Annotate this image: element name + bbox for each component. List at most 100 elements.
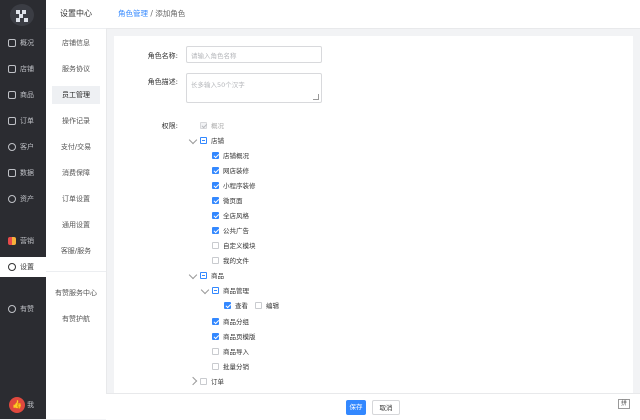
tree-node[interactable]: 概况 [200, 119, 224, 131]
sidebar-item-overview[interactable]: 概况 [0, 33, 46, 53]
permission-checkbox[interactable] [212, 256, 219, 264]
tree-node-label: 自定义模块 [223, 242, 256, 250]
tree-node[interactable]: 商品管理 [212, 284, 249, 296]
tree-node[interactable]: 批量分销 [212, 360, 249, 372]
chevron-down-icon[interactable] [200, 285, 210, 295]
permissions-label: 权限: [161, 122, 178, 130]
sidebar-item-settings[interactable]: 设置 [0, 257, 46, 277]
tree-node[interactable]: 微页面 [212, 194, 243, 206]
cancel-button[interactable]: 取消 [372, 400, 400, 415]
sidebar-item-orders[interactable]: 订单 [0, 111, 46, 131]
resize-handle-icon[interactable] [313, 94, 319, 100]
permission-checkbox[interactable] [212, 241, 219, 249]
chevron-right-icon[interactable] [188, 376, 198, 386]
tree-node[interactable]: 店铺 [200, 134, 224, 146]
subnav-item[interactable]: 通用设置 [52, 216, 100, 234]
subnav-item[interactable]: 支付/交易 [52, 138, 100, 156]
subnav-item[interactable]: 操作记录 [52, 112, 100, 130]
store-logo[interactable] [10, 4, 34, 26]
permission-checkbox[interactable] [212, 196, 219, 204]
subnav-item[interactable]: 店铺信息 [52, 34, 100, 52]
permission-checkbox[interactable] [212, 226, 219, 234]
chevron-down-icon[interactable] [188, 270, 198, 280]
permission-checkbox[interactable] [200, 271, 207, 279]
tree-node-label: 公共广告 [223, 227, 249, 235]
breadcrumb: 角色管理 / 添加角色 [118, 0, 185, 28]
tree-node-label: 订单 [211, 378, 224, 386]
permission-checkbox[interactable] [212, 332, 219, 340]
sidebar-item-label: 客户 [20, 143, 34, 151]
tree-node[interactable]: 小程序装修 [212, 179, 256, 191]
tree-node[interactable]: 全店风格 [212, 209, 249, 221]
sidebar-item-label: 订单 [20, 117, 34, 125]
permission-checkbox[interactable] [255, 301, 262, 309]
permission-checkbox[interactable] [212, 181, 219, 189]
subnav-item-staff-management[interactable]: 员工管理 [52, 86, 100, 104]
tree-node-label: 店铺 [211, 137, 224, 145]
sidebar-item-assets[interactable]: 资产 [0, 189, 46, 209]
tree-node-label: 商品管理 [223, 287, 249, 295]
sidebar-item-goods[interactable]: 商品 [0, 85, 46, 105]
tree-node[interactable]: 查看 [224, 299, 248, 311]
tree-node[interactable]: 商品导入 [212, 345, 249, 357]
role-name-label: 角色名称: [147, 52, 178, 60]
sidebar-footer: 👍 我 [0, 391, 46, 419]
save-button[interactable]: 保存 [346, 400, 366, 415]
user-menu-label[interactable]: 我 [27, 400, 34, 410]
sidebar-item-label: 概况 [20, 39, 34, 47]
chart-icon [8, 169, 16, 177]
tree-node[interactable]: 商品页模版 [212, 330, 256, 342]
role-description-textarea[interactable]: 长多输入50个汉字 [186, 73, 322, 103]
tree-node[interactable]: 网店装修 [212, 164, 249, 176]
subnav-item[interactable]: 订单设置 [52, 190, 100, 208]
tree-node[interactable]: 自定义模块 [212, 239, 256, 251]
permission-checkbox[interactable] [212, 286, 219, 294]
tree-node[interactable]: 商品分组 [212, 315, 249, 327]
permission-checkbox[interactable] [212, 347, 219, 355]
tree-node-label: 商品页模版 [223, 333, 256, 341]
sidebar-item-store[interactable]: 店铺 [0, 59, 46, 79]
tree-node[interactable]: 公共广告 [212, 224, 249, 236]
sidebar-item-customers[interactable]: 客户 [0, 137, 46, 157]
permission-checkbox[interactable] [200, 121, 207, 129]
sidebar-item-data[interactable]: 数据 [0, 163, 46, 183]
tree-node-label: 编辑 [266, 302, 279, 310]
permission-checkbox[interactable] [212, 166, 219, 174]
subnav-item[interactable]: 有赞服务中心 [52, 284, 100, 302]
sidebar-item-marketing[interactable]: 营销 [0, 231, 46, 251]
subnav-item[interactable]: 有赞护航 [52, 310, 100, 328]
action-bar: 保存 取消 [106, 393, 640, 420]
permission-checkbox[interactable] [212, 317, 219, 325]
tree-node-label: 商品导入 [223, 348, 249, 356]
top-bar: 角色管理 / 添加角色 [106, 0, 640, 29]
document-icon [8, 117, 16, 125]
breadcrumb-link-role-management[interactable]: 角色管理 [118, 9, 148, 18]
permission-checkbox[interactable] [212, 362, 219, 370]
subnav-item[interactable]: 消费保障 [52, 164, 100, 182]
sidebar-item-label: 资产 [20, 195, 34, 203]
tree-node[interactable]: 编辑 [255, 299, 279, 311]
role-name-input[interactable]: 请输入角色名称 [186, 46, 322, 63]
permission-checkbox[interactable] [224, 301, 231, 309]
store-icon [8, 65, 16, 73]
subnav-item[interactable]: 服务协议 [52, 60, 100, 78]
chevron-down-icon[interactable] [188, 135, 198, 145]
tag-icon [8, 91, 16, 99]
tree-node[interactable]: 店铺概况 [212, 149, 249, 161]
permission-checkbox[interactable] [200, 136, 207, 144]
tree-node[interactable]: 我的文件 [212, 254, 249, 266]
sidebar-item-label: 店铺 [20, 65, 34, 73]
subnav-item[interactable]: 客服/服务 [52, 242, 100, 260]
coin-icon [8, 195, 16, 203]
sidebar-item-youzan[interactable]: 有赞 [0, 299, 46, 319]
tree-node-label: 店铺概况 [223, 152, 249, 160]
subnav-divider [46, 271, 106, 272]
permission-checkbox[interactable] [212, 151, 219, 159]
tree-node-label: 查看 [235, 302, 248, 310]
permission-checkbox[interactable] [200, 377, 207, 385]
permission-checkbox[interactable] [212, 211, 219, 219]
tree-node[interactable]: 商品 [200, 269, 224, 281]
thumbs-up-icon[interactable]: 👍 [9, 397, 25, 413]
role-name-placeholder: 请输入角色名称 [191, 51, 237, 60]
tree-node[interactable]: 订单 [200, 375, 224, 387]
